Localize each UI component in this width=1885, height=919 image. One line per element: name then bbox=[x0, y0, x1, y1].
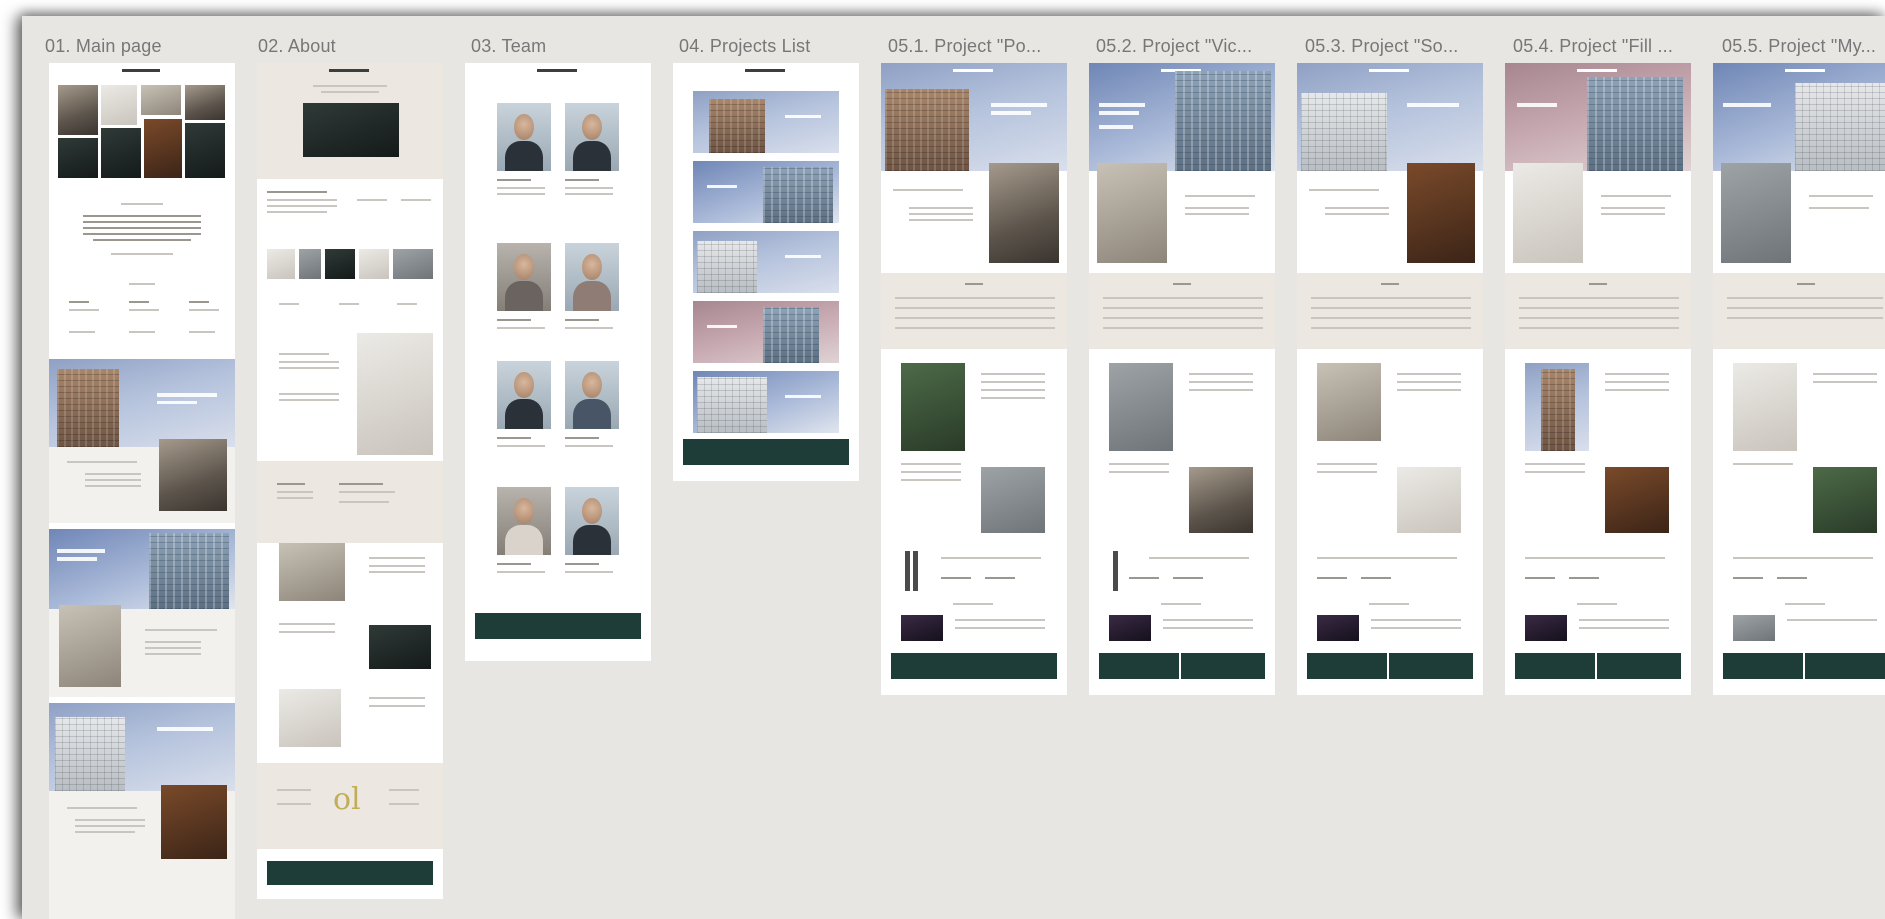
logo bbox=[537, 69, 577, 72]
frame-title-project-4[interactable]: 05.4. Project "Fill ... bbox=[1513, 36, 1673, 57]
team-avatar[interactable] bbox=[497, 243, 551, 311]
specs-table bbox=[1089, 273, 1275, 349]
logo bbox=[329, 69, 369, 72]
collage-photo bbox=[144, 119, 182, 178]
frame-project-1[interactable] bbox=[881, 63, 1067, 695]
frame-title-project-1[interactable]: 05.1. Project "Po... bbox=[888, 36, 1041, 57]
collage-photo bbox=[141, 85, 181, 115]
cta-button[interactable] bbox=[267, 861, 433, 885]
cta-button[interactable] bbox=[683, 439, 849, 465]
oi-monogram-icon: ol bbox=[333, 782, 361, 817]
frame-title-project-3[interactable]: 05.3. Project "So... bbox=[1305, 36, 1458, 57]
frame-project-5[interactable] bbox=[1713, 63, 1885, 695]
logo bbox=[122, 69, 160, 72]
cta-button[interactable] bbox=[1805, 653, 1885, 679]
team-avatar[interactable] bbox=[497, 103, 551, 171]
cta-button[interactable] bbox=[1597, 653, 1681, 679]
collage-photo bbox=[58, 85, 98, 135]
project-card[interactable] bbox=[693, 371, 839, 433]
team-avatar[interactable] bbox=[565, 103, 619, 171]
video-thumbnail[interactable] bbox=[303, 103, 399, 157]
specs-table bbox=[1713, 273, 1885, 349]
frame-team[interactable] bbox=[465, 63, 651, 661]
project-card[interactable] bbox=[693, 301, 839, 363]
specs-table bbox=[1505, 273, 1691, 349]
frame-project-3[interactable] bbox=[1297, 63, 1483, 695]
team-avatar[interactable] bbox=[497, 361, 551, 429]
project-card[interactable] bbox=[693, 231, 839, 293]
collage-photo bbox=[185, 123, 225, 178]
project-block[interactable] bbox=[49, 359, 235, 523]
collage-photo bbox=[101, 85, 137, 125]
frame-about[interactable]: ol bbox=[257, 63, 443, 899]
team-avatar[interactable] bbox=[565, 487, 619, 555]
frame-main-page[interactable] bbox=[49, 63, 235, 919]
frame-title-about[interactable]: 02. About bbox=[258, 36, 336, 57]
logo bbox=[745, 69, 785, 72]
cta-button[interactable] bbox=[1307, 653, 1387, 679]
frame-title-team[interactable]: 03. Team bbox=[471, 36, 546, 57]
team-avatar[interactable] bbox=[565, 361, 619, 429]
cta-button[interactable] bbox=[1723, 653, 1803, 679]
collage-photo bbox=[101, 128, 141, 178]
cta-button[interactable] bbox=[1181, 653, 1265, 679]
team-avatar[interactable] bbox=[497, 487, 551, 555]
project-block[interactable] bbox=[49, 703, 235, 919]
frame-title-main[interactable]: 01. Main page bbox=[45, 36, 162, 57]
project-card[interactable] bbox=[693, 91, 839, 153]
project-block[interactable] bbox=[49, 529, 235, 697]
specs-table bbox=[881, 273, 1067, 349]
collage-photo bbox=[185, 85, 225, 120]
frame-title-project-2[interactable]: 05.2. Project "Vic... bbox=[1096, 36, 1252, 57]
frame-projects-list[interactable] bbox=[673, 63, 859, 481]
cta-button[interactable] bbox=[1515, 653, 1595, 679]
cta-button[interactable] bbox=[1099, 653, 1179, 679]
design-canvas[interactable]: 01. Main page 02. About 03. Team 04. Pro… bbox=[22, 16, 1885, 919]
project-card[interactable] bbox=[693, 161, 839, 223]
team-avatar[interactable] bbox=[565, 243, 619, 311]
frame-project-4[interactable] bbox=[1505, 63, 1691, 695]
cta-button[interactable] bbox=[891, 653, 1057, 679]
frame-project-2[interactable] bbox=[1089, 63, 1275, 695]
cta-button[interactable] bbox=[475, 613, 641, 639]
frame-title-project-5[interactable]: 05.5. Project "My... bbox=[1722, 36, 1876, 57]
frame-title-projects-list[interactable]: 04. Projects List bbox=[679, 36, 810, 57]
specs-table bbox=[1297, 273, 1483, 349]
cta-button[interactable] bbox=[1389, 653, 1473, 679]
collage-photo bbox=[58, 138, 98, 178]
